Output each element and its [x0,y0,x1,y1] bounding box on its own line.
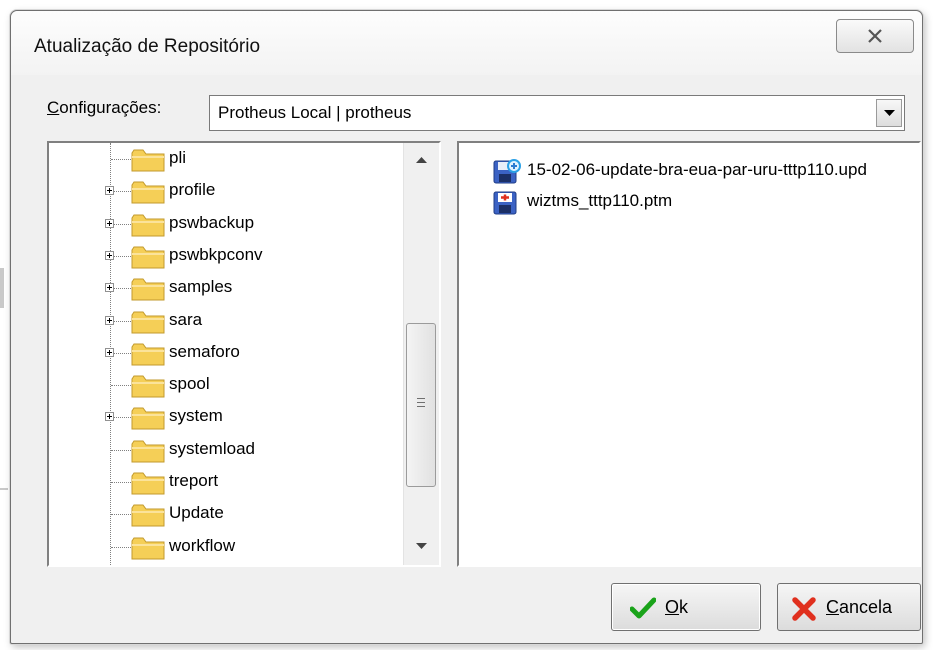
expand-icon[interactable] [105,412,114,422]
cancel-label-text: ancela [839,597,893,617]
tree-item[interactable]: profile [49,177,401,209]
chevron-down-icon [884,110,895,116]
arrow-down-icon [416,543,427,549]
config-label-mnemonic: C [47,98,60,117]
folder-icon [131,375,165,398]
expand-icon[interactable] [105,250,114,260]
dialog-window: Atualização de Repositório Configurações… [10,10,923,644]
grip-line [417,402,425,403]
config-label-text: onfigurações: [59,98,162,117]
ok-button[interactable]: Ok [611,583,761,631]
background-fragment [0,488,8,490]
tree-item-label: system [169,406,223,426]
tree-item[interactable]: samples [49,274,401,306]
tree-vertical-scrollbar[interactable] [403,143,439,565]
folder-icon [131,149,165,172]
folder-icon [131,246,165,269]
tree-item-label: treport [169,471,219,490]
tree-item-label: workflow [169,535,236,555]
tree-item[interactable]: workflow [49,533,401,565]
tree-item-label: pswbkpconv [169,244,263,264]
folder-icon [131,407,165,430]
tree-item[interactable]: treport [49,468,401,500]
expand-icon[interactable] [105,315,114,325]
file-item-label: 15-02-06-update-bra-eua-par-uru-tttp110.… [527,160,867,179]
config-dropdown-button[interactable] [876,99,902,127]
dialog-title: Atualização de Repositório [34,36,261,57]
folder-icon [131,504,165,527]
title-bar[interactable]: Atualização de Repositório [11,11,922,75]
cancel-x-icon [792,597,816,621]
config-select-value: Protheus Local | protheus [218,103,412,122]
tree-item-label: systemload [169,438,255,458]
scroll-up-button[interactable] [404,143,439,177]
folder-icon [131,537,165,560]
ok-label-text: k [679,597,689,617]
cancel-button[interactable]: Cancela [777,583,921,631]
close-button[interactable] [836,19,914,53]
tree-item-label: sara [169,309,203,329]
tree-item[interactable]: Update [49,500,401,532]
tree-item-label: semaforo [169,341,240,361]
folder-icon [131,440,165,463]
check-icon [630,597,656,619]
arrow-up-icon [416,157,427,163]
folder-icon [131,214,165,237]
tree-item[interactable]: pswbackup [49,210,401,242]
cancel-button-label: Cancela [826,597,892,618]
tree-item[interactable]: pswbkpconv [49,242,401,274]
ok-mnemonic: O [665,597,680,617]
folder-icon [131,343,165,366]
ok-button-label: Ok [665,597,688,618]
expand-icon[interactable] [105,283,114,293]
tree-item[interactable]: sara [49,307,401,339]
grip-line [417,398,425,399]
config-select[interactable]: Protheus Local | protheus [209,95,905,131]
scroll-thumb[interactable] [406,323,436,487]
expand-icon[interactable] [105,218,114,228]
tree-item-label: pswbackup [169,212,255,232]
tree-item[interactable]: system [49,403,401,435]
tree-item-label: pli [169,148,187,167]
folder-icon [131,278,165,301]
patch-file-icon [493,159,521,184]
folder-tree[interactable]: pli profile pswbackup pswbkpconv samples sara… [47,141,441,567]
tree-item[interactable]: pli [49,145,401,177]
expand-icon[interactable] [105,347,114,357]
folder-icon [131,311,165,333]
ptm-file-icon [493,191,517,215]
tree-item[interactable]: systemload [49,436,401,468]
close-icon [868,29,882,43]
cancel-mnemonic: C [826,597,839,617]
folder-icon [131,472,165,495]
expand-icon[interactable] [105,186,114,196]
tree-item-label: profile [169,180,216,200]
background-fragment [0,268,4,308]
tree-item[interactable]: spool [49,371,401,403]
file-list[interactable]: 15-02-06-update-bra-eua-par-uru-tttp110.… [457,141,921,567]
config-label: Configurações: [47,98,161,118]
grip-line [417,406,425,407]
scroll-down-button[interactable] [404,531,439,565]
tree-item-label: samples [169,277,233,297]
folder-icon [131,181,165,204]
tree-item[interactable]: semaforo [49,339,401,371]
tree-item-label: spool [169,374,210,394]
folder-tree-list: pli profile pswbackup pswbkpconv samples sara… [49,143,401,565]
tree-item-label: Update [169,503,224,523]
file-item-label: wiztms_tttp110.ptm [527,191,673,210]
